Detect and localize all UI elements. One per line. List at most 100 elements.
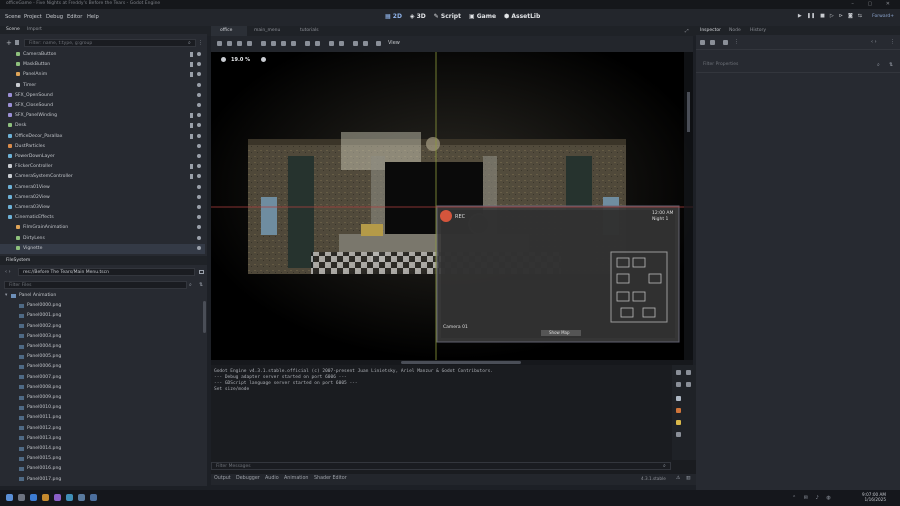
menu-scene[interactable]: Scene bbox=[5, 14, 21, 20]
clock[interactable]: 9:07:00 AM 1/16/2025 bbox=[852, 492, 886, 502]
error-filter-icon[interactable] bbox=[676, 408, 681, 413]
mode-3d-button[interactable]: ◈ 3D bbox=[410, 13, 426, 20]
scene-tree-row[interactable]: MaskButton bbox=[0, 60, 205, 70]
script-icon[interactable] bbox=[190, 52, 193, 57]
clear-output-icon[interactable] bbox=[676, 370, 681, 375]
ruler-tool-icon[interactable] bbox=[261, 41, 266, 46]
rotate-tool-icon[interactable] bbox=[237, 41, 242, 46]
file-row[interactable]: Panel0006.png bbox=[0, 362, 200, 372]
godot-icon[interactable] bbox=[90, 494, 97, 501]
window-controls[interactable]: – ▢ ✕ bbox=[851, 1, 896, 7]
grid-snap-icon[interactable] bbox=[315, 41, 320, 46]
system-tray-icons[interactable]: ⌃ ✉ ♪ ◍ bbox=[792, 495, 834, 501]
inspector-menu-icon[interactable]: ⋮ bbox=[734, 39, 739, 45]
scene-tree-row[interactable]: PanelAnim bbox=[0, 70, 205, 80]
new-resource-icon[interactable] bbox=[700, 40, 705, 45]
list-select-icon[interactable] bbox=[291, 41, 296, 46]
group-icon[interactable] bbox=[339, 41, 344, 46]
store-icon[interactable] bbox=[66, 494, 73, 501]
file-row[interactable]: Panel0009.png bbox=[0, 393, 200, 403]
terminal-icon[interactable] bbox=[78, 494, 85, 501]
script-icon[interactable] bbox=[190, 123, 193, 129]
tab-import[interactable]: Import bbox=[27, 27, 42, 32]
play-scene-icon[interactable]: ▷ bbox=[830, 13, 834, 19]
browser-icon[interactable] bbox=[30, 494, 37, 501]
scene-tree-row[interactable]: Desk bbox=[0, 121, 205, 131]
nav-back-icon[interactable]: ‹ › bbox=[5, 269, 11, 275]
visibility-eye-icon[interactable] bbox=[197, 245, 201, 250]
zoom-level[interactable]: 19.0 % bbox=[231, 57, 250, 63]
script-icon[interactable] bbox=[190, 113, 193, 119]
filesystem-filter-input[interactable]: Filter Files bbox=[4, 281, 187, 289]
file-row[interactable]: Panel0008.png bbox=[0, 383, 200, 393]
scene-tree-row[interactable]: SFX_CloseSound bbox=[0, 101, 205, 111]
instance-scene-icon[interactable] bbox=[15, 40, 19, 45]
folder-row[interactable]: ▾ Panel Animation bbox=[0, 291, 200, 301]
split-view-icon[interactable] bbox=[199, 270, 204, 274]
view-menu[interactable]: View bbox=[388, 40, 400, 46]
script-icon[interactable] bbox=[190, 174, 193, 180]
visibility-eye-icon[interactable] bbox=[197, 225, 201, 230]
pause-icon[interactable]: ❚❚ bbox=[807, 13, 815, 19]
chat-icon[interactable] bbox=[54, 494, 61, 501]
scene-tree-row[interactable]: FilmGrainAnimation bbox=[0, 223, 205, 233]
copy-output-icon[interactable] bbox=[686, 370, 691, 375]
visibility-eye-icon[interactable] bbox=[197, 194, 201, 199]
visibility-eye-icon[interactable] bbox=[197, 62, 201, 67]
taskbar-search-icon[interactable] bbox=[18, 494, 25, 501]
explorer-icon[interactable] bbox=[42, 494, 49, 501]
output-filter-input[interactable]: Filter Messages bbox=[211, 462, 671, 470]
file-row[interactable]: Panel0014.png bbox=[0, 444, 200, 454]
scene-tree-row[interactable]: Camera03View bbox=[0, 203, 205, 213]
file-row[interactable]: Panel0010.png bbox=[0, 403, 200, 413]
tab-animation[interactable]: Animation bbox=[284, 476, 308, 481]
visibility-eye-icon[interactable] bbox=[197, 123, 201, 128]
renderer-select[interactable]: Forward+ bbox=[872, 14, 894, 19]
menu-help[interactable]: Help bbox=[87, 14, 99, 20]
visibility-eye-icon[interactable] bbox=[197, 143, 201, 148]
zoom-out-icon[interactable] bbox=[221, 57, 226, 62]
file-row[interactable]: Panel0007.png bbox=[0, 373, 200, 383]
filesystem-scrollbar[interactable] bbox=[203, 301, 206, 333]
bone-icon[interactable] bbox=[353, 41, 358, 46]
key-icon[interactable] bbox=[363, 41, 368, 46]
add-node-icon[interactable]: + bbox=[6, 39, 12, 47]
play-custom-icon[interactable]: ⊳ bbox=[839, 13, 843, 19]
menu-editor[interactable]: Editor bbox=[67, 14, 82, 20]
scene-tree-row[interactable]: Vignette bbox=[0, 243, 205, 254]
zoom-in-icon[interactable] bbox=[261, 57, 266, 62]
tab-shader-editor[interactable]: Shader Editor bbox=[314, 476, 347, 481]
canvas-viewport[interactable]: REC 12:00 AM Night 1 Camera 01 Show Map … bbox=[211, 52, 693, 360]
tab-output[interactable]: Output bbox=[214, 476, 231, 481]
snap-icon[interactable] bbox=[305, 41, 310, 46]
save-resource-icon[interactable] bbox=[723, 40, 728, 45]
visibility-eye-icon[interactable] bbox=[197, 133, 201, 138]
visibility-eye-icon[interactable] bbox=[197, 235, 201, 240]
tab-tutorials[interactable]: tutorials bbox=[300, 28, 319, 33]
visibility-eye-icon[interactable] bbox=[197, 52, 201, 56]
pin-panel-icon[interactable]: ▥ bbox=[686, 476, 691, 481]
scene-tree-row[interactable]: DirtyLens bbox=[0, 234, 205, 244]
file-row[interactable]: Panel0015.png bbox=[0, 454, 200, 464]
visibility-eye-icon[interactable] bbox=[197, 103, 201, 107]
visibility-eye-icon[interactable] bbox=[197, 82, 201, 87]
scene-tree-row[interactable]: Timer bbox=[0, 81, 205, 91]
pivot-tool-icon[interactable] bbox=[281, 41, 286, 46]
start-icon[interactable] bbox=[6, 494, 13, 501]
scroll-lock-icon[interactable] bbox=[686, 382, 691, 387]
visibility-eye-icon[interactable] bbox=[197, 113, 201, 118]
mode-script-button[interactable]: ✎ Script bbox=[434, 13, 461, 20]
file-row[interactable]: Panel0001.png bbox=[0, 311, 200, 321]
file-row[interactable]: Panel0005.png bbox=[0, 352, 200, 362]
filesystem-path[interactable]: res://Before The Tears/Main Menu.tscn bbox=[18, 268, 195, 276]
scene-tree-row[interactable]: DustParticles bbox=[0, 142, 205, 152]
viewport-hscrollbar[interactable] bbox=[401, 361, 521, 364]
editor-filter-icon[interactable] bbox=[676, 432, 681, 437]
sort-icon[interactable]: ⇅ bbox=[199, 282, 203, 288]
scene-tree-row[interactable]: CameraButton bbox=[0, 50, 205, 60]
select-tool-icon[interactable] bbox=[217, 41, 222, 46]
file-row[interactable]: Panel0004.png bbox=[0, 342, 200, 352]
viewport-vscrollbar[interactable] bbox=[687, 92, 690, 132]
visibility-eye-icon[interactable] bbox=[197, 174, 201, 179]
tab-office[interactable]: office bbox=[211, 26, 247, 36]
